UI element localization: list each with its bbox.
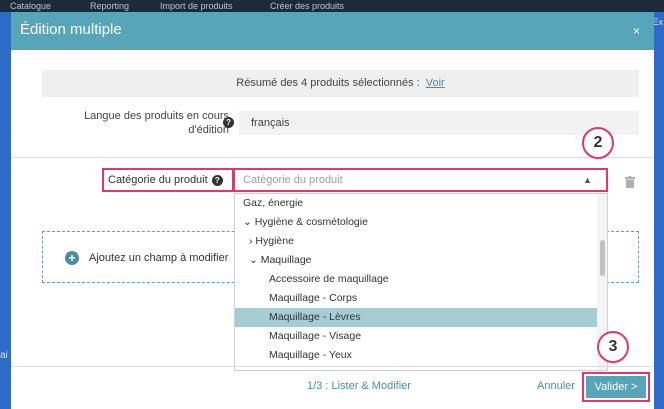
bulk-edit-modal: Édition multiple × Résumé des 4 produits… (11, 12, 654, 409)
category-dropdown[interactable]: Gaz, énergie ⌄ Hygiène & cosmétologie › … (234, 193, 608, 371)
language-value: français (239, 111, 639, 135)
language-label: Langue des produits en cours d'édition (84, 110, 229, 136)
dropdown-option[interactable]: Gaz, énergie (235, 194, 607, 213)
background-right-edge: Ex (652, 12, 664, 409)
dropdown-option[interactable]: Maquillage - Yeux (235, 346, 607, 365)
step-indicator: 1/3 : Lister & Modifier (307, 380, 411, 392)
submit-button[interactable]: Valider > (586, 376, 646, 398)
category-select[interactable]: Catégorie du produit ▲ (234, 168, 608, 192)
add-field-label[interactable]: Ajoutez un champ à modifier (89, 251, 228, 265)
category-label-box: Catégorie du produit? (102, 168, 234, 192)
dropdown-option[interactable]: ⌄ Hygiène & cosmétologie (235, 213, 607, 232)
background-left-edge: ai (0, 12, 11, 409)
background-tab-3: Import de produits (160, 1, 233, 11)
footer-divider (11, 366, 654, 367)
cancel-button[interactable]: Annuler (537, 380, 575, 392)
category-select-placeholder: Catégorie du produit (243, 174, 343, 186)
background-tab-4: Créer des produits (270, 1, 345, 11)
summary-text: Résumé des 4 produits sélectionnés : (236, 77, 420, 89)
selection-summary: Résumé des 4 produits sélectionnés : Voir (42, 70, 639, 97)
dropdown-option[interactable]: ⌄ Maquillage (235, 251, 607, 270)
close-icon[interactable]: × (633, 24, 640, 38)
dropdown-option[interactable]: › Hygiène (235, 232, 607, 251)
trash-icon[interactable] (625, 176, 635, 188)
dropdown-option[interactable]: Maquillage - Corps (235, 289, 607, 308)
modal-header: Édition multiple × (11, 12, 654, 50)
background-tab-2: Reporting (90, 1, 130, 11)
dropdown-option-selected[interactable]: Maquillage - Lèvres (235, 308, 607, 327)
background-tab-1: Catalogue (10, 1, 52, 11)
modal-title: Édition multiple (20, 21, 122, 38)
background-left-fragment: ai (0, 350, 8, 361)
plus-circle-icon[interactable]: + (65, 251, 79, 265)
background-nav-bar: Catalogue Reporting Import de produits C… (0, 0, 664, 12)
chevron-up-icon[interactable]: ▲ (583, 170, 592, 190)
dropdown-scrollbar-thumb[interactable] (600, 240, 605, 276)
view-selection-link[interactable]: Voir (426, 77, 445, 89)
section-divider (11, 157, 654, 158)
help-icon[interactable]: ? (211, 174, 223, 186)
category-label: Catégorie du produit (108, 174, 208, 186)
background-right-fragment: Ex (652, 17, 663, 27)
help-icon[interactable]: ? (223, 117, 234, 128)
annotation-badge-2: 2 (582, 127, 614, 159)
dropdown-option[interactable]: Accessoire de maquillage (235, 270, 607, 289)
annotation-badge-3: 3 (597, 331, 629, 363)
dropdown-option[interactable]: Maquillage - Visage (235, 327, 607, 346)
